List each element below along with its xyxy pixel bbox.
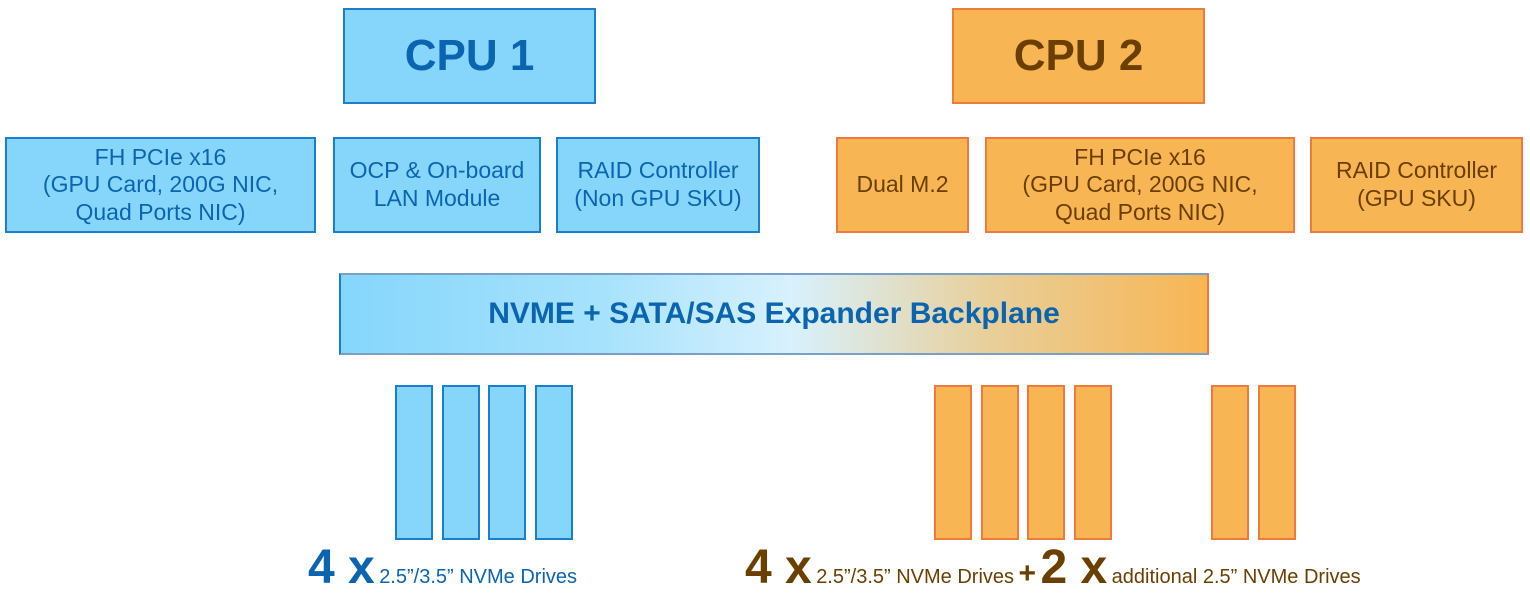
- cpu1-drive-count: 4 x: [308, 541, 375, 594]
- nvme-drive-bay-cpu1: [441, 385, 480, 540]
- cpu2-pcie-label: FH PCIe x16 (GPU Card, 200G NIC, Quad Po…: [1022, 143, 1258, 225]
- backplane-box: NVME + SATA/SAS Expander Backplane: [339, 273, 1209, 355]
- cpu2-box: CPU 2: [952, 8, 1205, 104]
- nvme-drive-bay-cpu2: [1027, 385, 1065, 540]
- cpu1-raid-label: RAID Controller (Non GPU SKU): [574, 157, 742, 211]
- plus-sign: +: [1018, 557, 1037, 590]
- cpu2-label: CPU 2: [1013, 30, 1144, 80]
- nvme-drive-bay-cpu2: [934, 385, 972, 540]
- cpu1-pcie-box: FH PCIe x16 (GPU Card, 200G NIC, Quad Po…: [5, 137, 316, 233]
- cpu2-m2-box: Dual M.2: [836, 137, 969, 233]
- nvme-drive-bay-additional: [1257, 385, 1296, 540]
- cpu1-ocp-box: OCP & On-board LAN Module: [333, 137, 541, 233]
- nvme-drive-bay-cpu1: [488, 385, 526, 540]
- cpu2-raid-label: RAID Controller (GPU SKU): [1335, 157, 1498, 211]
- backplane-label: NVME + SATA/SAS Expander Backplane: [488, 297, 1060, 330]
- nvme-drive-bay-cpu1: [395, 385, 433, 540]
- cpu1-ocp-label: OCP & On-board LAN Module: [349, 157, 525, 211]
- cpu1-drive-text: 2.5”/3.5” NVMe Drives: [379, 566, 578, 588]
- cpu2-m2-label: Dual M.2: [856, 171, 949, 198]
- cpu1-label: CPU 1: [404, 30, 535, 80]
- extra-drive-count: 2 x: [1040, 541, 1108, 594]
- extra-drive-text: additional 2.5” NVMe Drives: [1111, 566, 1361, 588]
- nvme-drive-bay-cpu2: [980, 385, 1019, 540]
- cpu1-drive-caption: 4 x 2.5”/3.5” NVMe Drives: [308, 540, 577, 595]
- cpu1-pcie-label: FH PCIe x16 (GPU Card, 200G NIC, Quad Po…: [42, 143, 279, 225]
- nvme-drive-bay-cpu1: [534, 385, 573, 540]
- cpu1-box: CPU 1: [343, 8, 596, 104]
- cpu2-drive-caption: 4 x 2.5”/3.5” NVMe Drives + 2 x addition…: [745, 540, 1361, 595]
- cpu2-drive-count: 4 x: [745, 541, 812, 594]
- cpu1-raid-box: RAID Controller (Non GPU SKU): [556, 137, 760, 233]
- nvme-drive-bay-additional: [1211, 385, 1249, 540]
- cpu2-pcie-box: FH PCIe x16 (GPU Card, 200G NIC, Quad Po…: [985, 137, 1295, 233]
- nvme-drive-bay-cpu2: [1073, 385, 1112, 540]
- cpu2-drive-text: 2.5”/3.5” NVMe Drives: [816, 566, 1015, 588]
- cpu2-raid-box: RAID Controller (GPU SKU): [1310, 137, 1523, 233]
